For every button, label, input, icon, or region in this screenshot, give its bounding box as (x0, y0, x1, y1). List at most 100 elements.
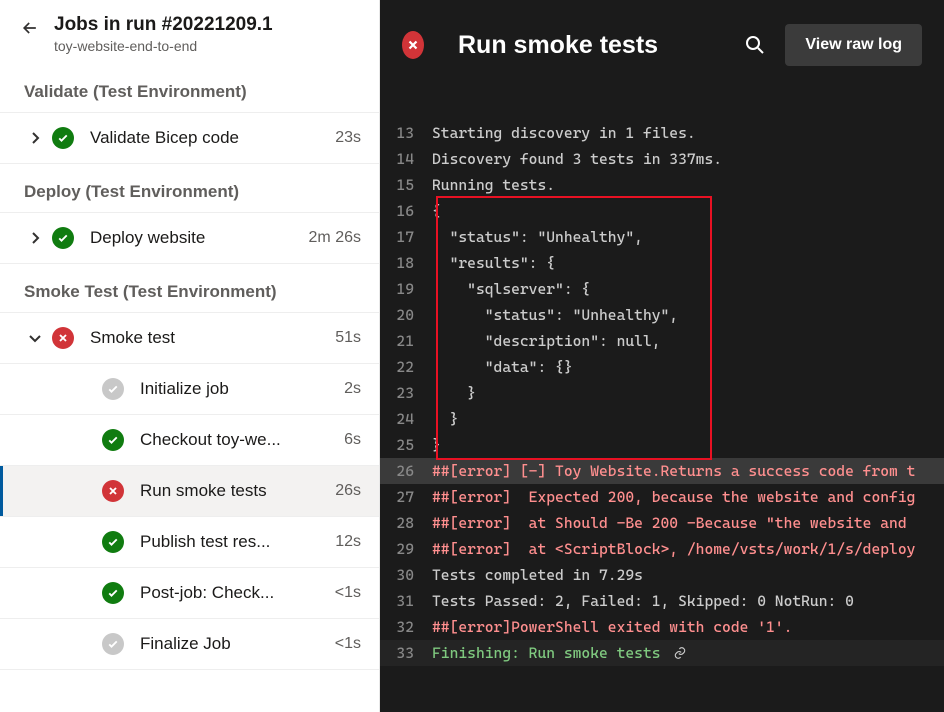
job-row[interactable]: Smoke test51s (0, 313, 379, 364)
job-duration: 2m 26s (299, 229, 361, 247)
log-line-content: "sqlserver": { (432, 276, 934, 302)
log-line-content: ##[error] Expected 200, because the webs… (432, 484, 934, 510)
log-line-content: Running tests. (432, 172, 934, 198)
log-line-content: "status": "Unhealthy", (432, 302, 934, 328)
log-line[interactable]: 25} (380, 432, 944, 458)
job-label: Smoke test (90, 328, 325, 348)
log-line-content: ##[error]PowerShell exited with code '1'… (432, 614, 934, 640)
step-row[interactable]: Finalize Job<1s (0, 619, 379, 670)
log-line[interactable]: 14Discovery found 3 tests in 337ms. (380, 146, 944, 172)
job-row[interactable]: Deploy website2m 26s (0, 213, 379, 264)
step-label: Initialize job (140, 379, 334, 399)
step-row[interactable]: Checkout toy-we...6s (0, 415, 379, 466)
log-line-number: 16 (380, 198, 432, 224)
log-line-number: 23 (380, 380, 432, 406)
job-duration: 23s (325, 129, 361, 147)
log-line-content: ##[error] at <ScriptBlock>, /home/vsts/w… (432, 536, 934, 562)
log-line-content: } (432, 432, 934, 458)
step-duration: 2s (334, 380, 361, 398)
log-line[interactable]: 16{ (380, 198, 944, 224)
chevron-right-icon[interactable] (18, 130, 52, 146)
view-raw-log-button[interactable]: View raw log (785, 24, 922, 66)
log-line-number: 31 (380, 588, 432, 614)
log-line[interactable]: 22 "data": {} (380, 354, 944, 380)
step-row[interactable]: Post-job: Check...<1s (0, 568, 379, 619)
stage-header: Smoke Test (Test Environment) (0, 264, 379, 313)
success-icon (52, 227, 74, 249)
permalink-icon[interactable] (671, 642, 689, 656)
page-subtitle[interactable]: toy-website-end-to-end (54, 38, 273, 54)
job-row[interactable]: Validate Bicep code23s (0, 113, 379, 164)
log-line[interactable]: 28##[error] at Should -Be 200 -Because "… (380, 510, 944, 536)
log-line[interactable]: 24 } (380, 406, 944, 432)
log-line-number: 17 (380, 224, 432, 250)
log-line[interactable]: 19 "sqlserver": { (380, 276, 944, 302)
jobs-sidebar: Jobs in run #20221209.1 toy-website-end-… (0, 0, 380, 712)
search-icon[interactable] (743, 33, 767, 57)
log-line-number: 27 (380, 484, 432, 510)
step-row[interactable]: Run smoke tests26s (0, 466, 379, 517)
stage-header: Validate (Test Environment) (0, 64, 379, 113)
log-line-number: 21 (380, 328, 432, 354)
log-title: Run smoke tests (458, 31, 725, 60)
step-row[interactable]: Publish test res...12s (0, 517, 379, 568)
log-line-number: 18 (380, 250, 432, 276)
log-line-number: 19 (380, 276, 432, 302)
success-icon (52, 127, 74, 149)
log-line-number: 29 (380, 536, 432, 562)
step-duration: 6s (334, 431, 361, 449)
log-line[interactable]: 29##[error] at <ScriptBlock>, /home/vsts… (380, 536, 944, 562)
step-duration: 26s (325, 482, 361, 500)
log-line-content: "status": "Unhealthy", (432, 224, 934, 250)
log-line[interactable]: 30Tests completed in 7.29s (380, 562, 944, 588)
log-line[interactable]: 20 "status": "Unhealthy", (380, 302, 944, 328)
step-label: Checkout toy-we... (140, 430, 334, 450)
log-line[interactable]: 18 "results": { (380, 250, 944, 276)
log-line[interactable]: 27##[error] Expected 200, because the we… (380, 484, 944, 510)
log-line-content: } (432, 380, 934, 406)
step-label: Post-job: Check... (140, 583, 325, 603)
log-line[interactable]: 23 } (380, 380, 944, 406)
stage-header: Deploy (Test Environment) (0, 164, 379, 213)
log-line-number: 22 (380, 354, 432, 380)
log-line-content: Discovery found 3 tests in 337ms. (432, 146, 934, 172)
log-line[interactable]: 15Running tests. (380, 172, 944, 198)
log-line-number: 33 (380, 640, 432, 666)
log-line-number: 30 (380, 562, 432, 588)
step-duration: <1s (325, 635, 361, 653)
success-icon (102, 582, 124, 604)
step-label: Finalize Job (140, 634, 325, 654)
log-line-number: 20 (380, 302, 432, 328)
log-line[interactable]: 32##[error]PowerShell exited with code '… (380, 614, 944, 640)
log-line-number: 14 (380, 146, 432, 172)
log-line[interactable]: 17 "status": "Unhealthy", (380, 224, 944, 250)
back-arrow-icon[interactable] (20, 18, 40, 38)
log-line-content: "results": { (432, 250, 934, 276)
success-icon (102, 531, 124, 553)
log-line-content: } (432, 406, 934, 432)
log-line[interactable]: 13Starting discovery in 1 files. (380, 120, 944, 146)
log-line[interactable]: 33Finishing: Run smoke tests (380, 640, 944, 666)
log-pane: Run smoke tests View raw log 13Starting … (380, 0, 944, 712)
step-row[interactable]: Initialize job2s (0, 364, 379, 415)
skip-icon (102, 633, 124, 655)
log-line[interactable]: 26##[error] [-] Toy Website.Returns a su… (380, 458, 944, 484)
log-line-number: 26 (380, 458, 432, 484)
job-duration: 51s (325, 329, 361, 347)
log-line-content: "data": {} (432, 354, 934, 380)
log-line[interactable]: 21 "description": null, (380, 328, 944, 354)
fail-icon (52, 327, 74, 349)
fail-icon (102, 480, 124, 502)
step-label: Publish test res... (140, 532, 325, 552)
success-icon (102, 429, 124, 451)
log-line-number: 25 (380, 432, 432, 458)
skip-icon (102, 378, 124, 400)
chevron-right-icon[interactable] (18, 230, 52, 246)
log-line-number: 32 (380, 614, 432, 640)
log-line[interactable]: 31Tests Passed: 2, Failed: 1, Skipped: 0… (380, 588, 944, 614)
chevron-down-icon[interactable] (18, 330, 52, 346)
log-body[interactable]: 13Starting discovery in 1 files.14Discov… (380, 90, 944, 666)
job-label: Validate Bicep code (90, 128, 325, 148)
job-label: Deploy website (90, 228, 299, 248)
log-line-content: Tests completed in 7.29s (432, 562, 934, 588)
